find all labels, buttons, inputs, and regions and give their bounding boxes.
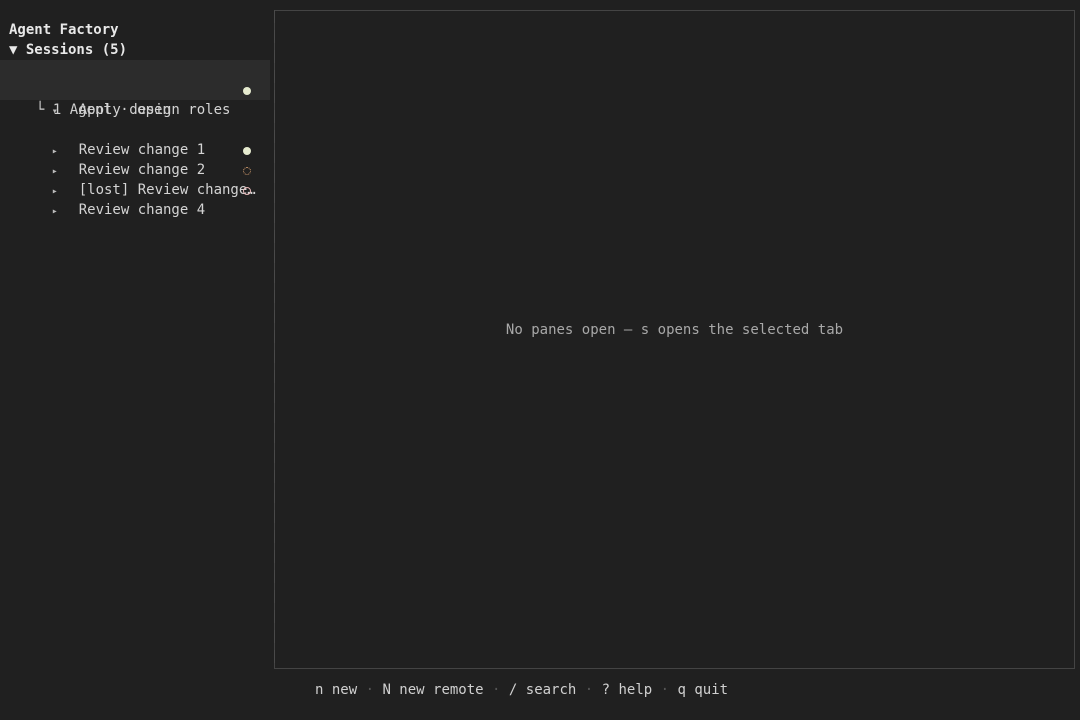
sessions-sidebar: Agent Factory ▼ Sessions (5) ▾ Apply desi… xyxy=(0,0,270,720)
footer-separator: · xyxy=(483,682,509,698)
filled-circle-icon xyxy=(241,145,252,156)
app-title: Agent Factory xyxy=(9,22,119,38)
help-keybinding[interactable]: ? help xyxy=(602,682,653,698)
hollow-circle-icon xyxy=(241,185,252,196)
new-keybinding[interactable]: n new xyxy=(315,682,357,698)
session-row-apply-design-roles[interactable]: ▾ Apply design roles xyxy=(0,80,270,118)
session-row-lost-review-change[interactable]: ▸ [lost] Review change… xyxy=(0,160,270,198)
quit-keybinding[interactable]: q quit xyxy=(678,682,729,698)
search-keybinding[interactable]: / search xyxy=(509,682,576,698)
empty-pane-message: No panes open — s opens the selected tab xyxy=(505,322,844,338)
session-label: Review change 4 xyxy=(78,202,206,218)
dotted-circle-icon xyxy=(241,165,252,176)
session-row-review-change-4[interactable]: ▸ Review change 4 xyxy=(0,180,270,218)
new-remote-keybinding[interactable]: N new remote xyxy=(382,682,483,698)
session-child-agent[interactable]: └ 1 Agent · open xyxy=(36,100,171,120)
sessions-header[interactable]: ▼ Sessions (5) xyxy=(9,40,127,60)
chevron-right-icon: ▸ xyxy=(51,206,58,217)
session-row-review-change-2[interactable]: ▸ Review change 2 xyxy=(0,140,270,178)
footer-separator: · xyxy=(576,682,602,698)
keybinding-footer: n new · N new remote · / search · ? help… xyxy=(315,680,728,700)
session-row-review-change-1[interactable]: ▸ Review change 1 xyxy=(0,120,270,158)
filled-circle-icon xyxy=(241,85,252,96)
footer-separator: · xyxy=(652,682,678,698)
footer-separator: · xyxy=(357,682,383,698)
